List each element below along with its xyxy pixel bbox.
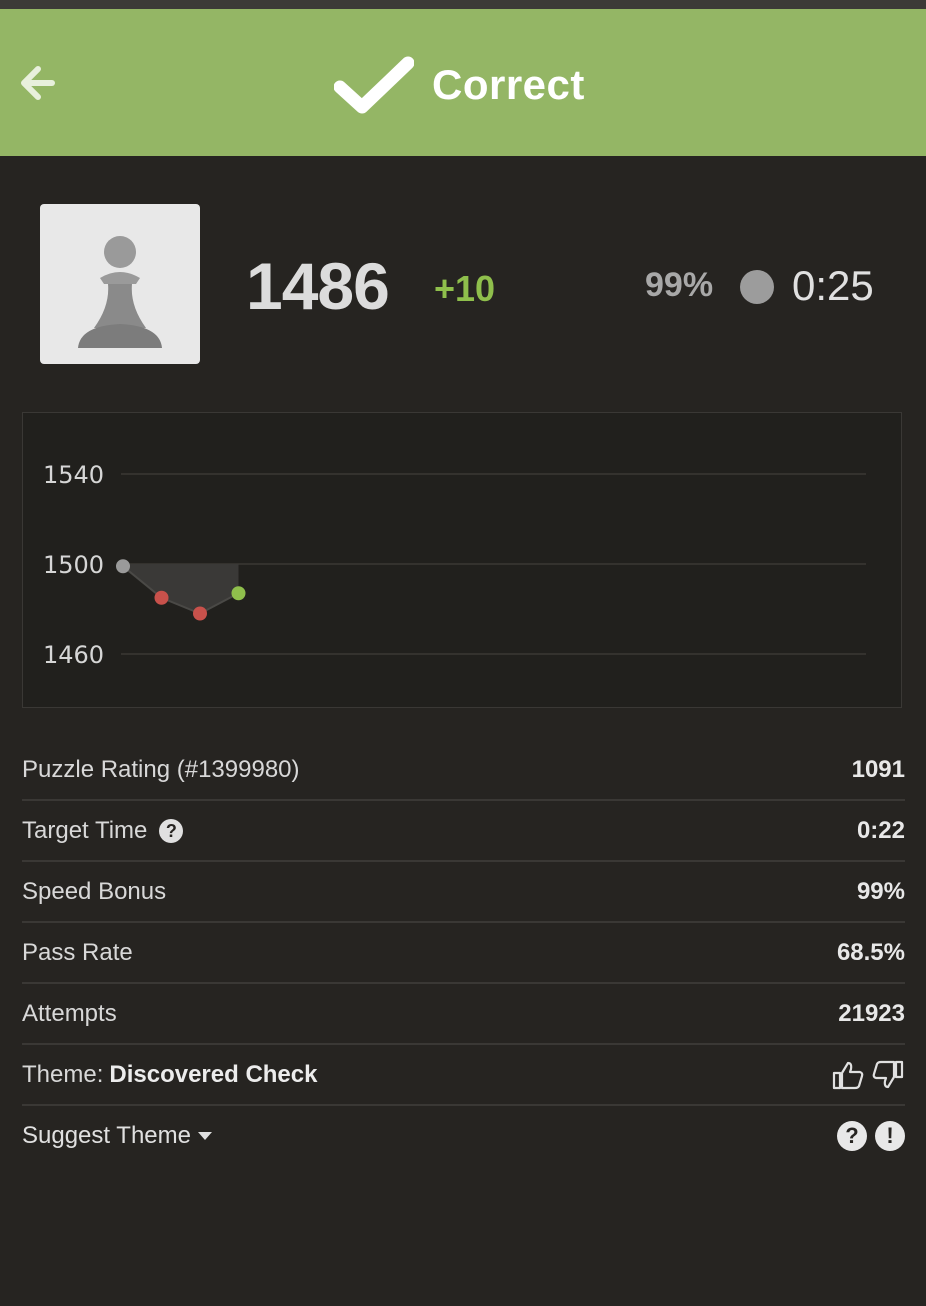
- header-title-group: Correct: [334, 53, 585, 117]
- y-tick-label: 1460: [43, 641, 104, 669]
- report-icon[interactable]: !: [875, 1120, 905, 1151]
- target-time-label-group: Target Time ?: [22, 816, 184, 845]
- suggest-theme-dropdown[interactable]: Suggest Theme: [22, 1122, 213, 1150]
- target-time-value: 0:22: [856, 816, 905, 844]
- result-header: Correct: [0, 9, 926, 156]
- speed-percent: 99%: [645, 266, 714, 304]
- back-button[interactable]: [18, 63, 58, 103]
- puzzle-stats: Puzzle Rating (#1399980) 1091 Target Tim…: [22, 740, 905, 1165]
- speed-bonus-label: Speed Bonus: [22, 877, 167, 905]
- stat-row-attempts: Attempts 21923: [22, 984, 905, 1045]
- rating-point[interactable]: [231, 586, 246, 601]
- thumbs-down-icon[interactable]: [871, 1060, 905, 1090]
- y-tick-label: 1500: [43, 551, 104, 579]
- help-icon[interactable]: ?: [159, 818, 184, 843]
- attempts-label: Attempts: [22, 999, 117, 1027]
- stat-row-speed-bonus: Speed Bonus 99%: [22, 862, 905, 923]
- arrow-left-icon: [21, 66, 55, 100]
- chevron-down-icon: [198, 1131, 212, 1140]
- speed-bonus-value: 99%: [856, 877, 905, 905]
- rating-chart-svg: 1540 1500 1460: [43, 461, 866, 669]
- target-time-label: Target Time: [22, 816, 148, 844]
- suggest-theme-label: Suggest Theme: [22, 1121, 191, 1149]
- user-rating: 1486: [246, 249, 390, 323]
- y-tick-label: 1540: [43, 461, 104, 489]
- top-strip: [0, 0, 926, 9]
- pass-rate-label: Pass Rate: [22, 938, 133, 966]
- pawn-icon: [78, 236, 162, 348]
- rating-point[interactable]: [154, 590, 169, 605]
- attempts-value: 21923: [838, 999, 905, 1027]
- speed-indicator-dot: [740, 270, 774, 304]
- stat-row-suggest-theme: Suggest Theme ? !: [22, 1106, 905, 1165]
- stat-row-puzzle-rating: Puzzle Rating (#1399980) 1091: [22, 740, 905, 801]
- theme-vote-group: [831, 1060, 905, 1090]
- stat-row-theme: Theme: Discovered Check: [22, 1045, 905, 1106]
- rating-change: +10: [434, 268, 496, 309]
- checkmark-icon: [334, 56, 414, 114]
- header-title: Correct: [432, 61, 585, 108]
- theme-label: Theme:: [22, 1060, 104, 1088]
- time-taken: 0:25: [792, 262, 874, 309]
- theme-label-group: Theme: Discovered Check: [22, 1061, 317, 1089]
- puzzle-avatar: [40, 204, 200, 364]
- rating-point[interactable]: [116, 559, 130, 574]
- suggest-theme-actions: ? !: [837, 1120, 905, 1151]
- stat-row-pass-rate: Pass Rate 68.5%: [22, 923, 905, 984]
- pass-rate-value: 68.5%: [836, 938, 905, 966]
- theme-name: Discovered Check: [109, 1060, 318, 1088]
- rating-chart: 1540 1500 1460: [22, 412, 902, 708]
- stat-row-target-time: Target Time ? 0:22: [22, 801, 905, 862]
- puzzle-rating-label: Puzzle Rating (#1399980): [22, 755, 300, 783]
- puzzle-rating-value: 1091: [851, 755, 905, 783]
- thumbs-up-icon[interactable]: [831, 1060, 865, 1090]
- help-circle-icon[interactable]: ?: [837, 1120, 867, 1151]
- rating-point[interactable]: [193, 606, 207, 621]
